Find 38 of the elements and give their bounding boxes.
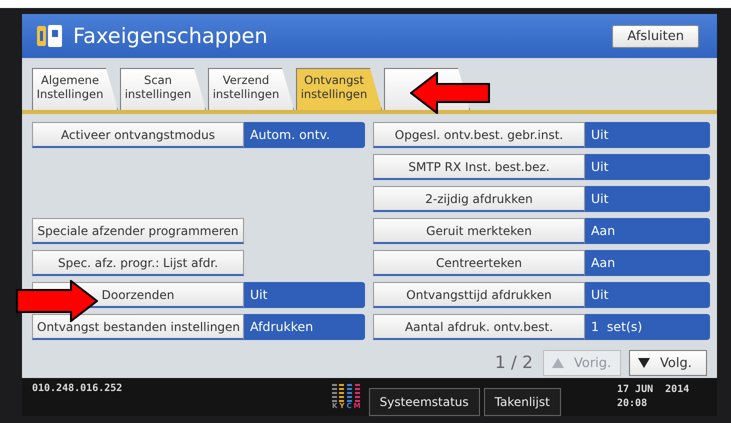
tab[interactable]: Algemene Instellingen: [32, 68, 118, 110]
tab[interactable]: Verzend instellingen: [208, 68, 294, 110]
setting-value: Aan: [585, 218, 710, 244]
setting-value: Uit: [585, 186, 710, 212]
tab[interactable]: Scan instellingen: [120, 68, 206, 110]
setting-value: Uit: [585, 122, 710, 148]
setting-value: Uit: [585, 282, 710, 308]
setting-button[interactable]: Opgesl. ontv.best. gebr.inst.: [373, 122, 585, 148]
setting-button[interactable]: Ontvangsttijd afdrukken: [373, 282, 585, 308]
setting-button[interactable]: Activeer ontvangstmodus: [32, 122, 244, 148]
setting-button[interactable]: Centreerteken: [373, 250, 585, 276]
setting-value: Uit: [585, 154, 710, 180]
setting-value: Aan: [585, 250, 710, 276]
tab[interactable]: Ontvangst instellingen: [296, 68, 382, 110]
action-button[interactable]: Speciale afzender programmeren: [32, 218, 244, 244]
ip-address: 010.248.016.252: [32, 383, 124, 394]
setting-value: Uit: [244, 282, 365, 308]
next-button[interactable]: Volg.: [629, 350, 707, 376]
setting-value: 1 set(s): [585, 314, 710, 340]
setting-value: Afdrukken: [244, 314, 365, 340]
button-label: Volg.: [660, 356, 692, 370]
setting-button[interactable]: Aantal afdruk. ontv.best.: [373, 314, 585, 340]
setting-value: Autom. ontv.: [244, 122, 365, 148]
action-button[interactable]: Spec. afz. progr.: Lijst afdr.: [32, 250, 244, 276]
fax-icon: [36, 23, 63, 49]
down-triangle-icon: [638, 358, 650, 368]
setting-button[interactable]: Geruit merkteken: [373, 218, 585, 244]
up-triangle-icon: [552, 358, 564, 368]
setting-button[interactable]: 2-zijdig afdrukken: [373, 186, 585, 212]
setting-button[interactable]: SMTP RX Inst. best.bez.: [373, 154, 585, 180]
setting-button[interactable]: Ontvangst bestanden instellingen: [32, 314, 244, 340]
date-time: 17 JUN 2014 20:08: [617, 383, 690, 411]
window-title: Faxeigenschappen: [73, 24, 269, 48]
close-button[interactable]: Afsluiten: [612, 24, 699, 48]
page-indicator: 1 / 2: [494, 353, 533, 373]
button-label: Vorig.: [574, 356, 612, 370]
status-button[interactable]: Systeemstatus: [368, 388, 480, 416]
status-button[interactable]: Takenlijst: [484, 388, 561, 416]
